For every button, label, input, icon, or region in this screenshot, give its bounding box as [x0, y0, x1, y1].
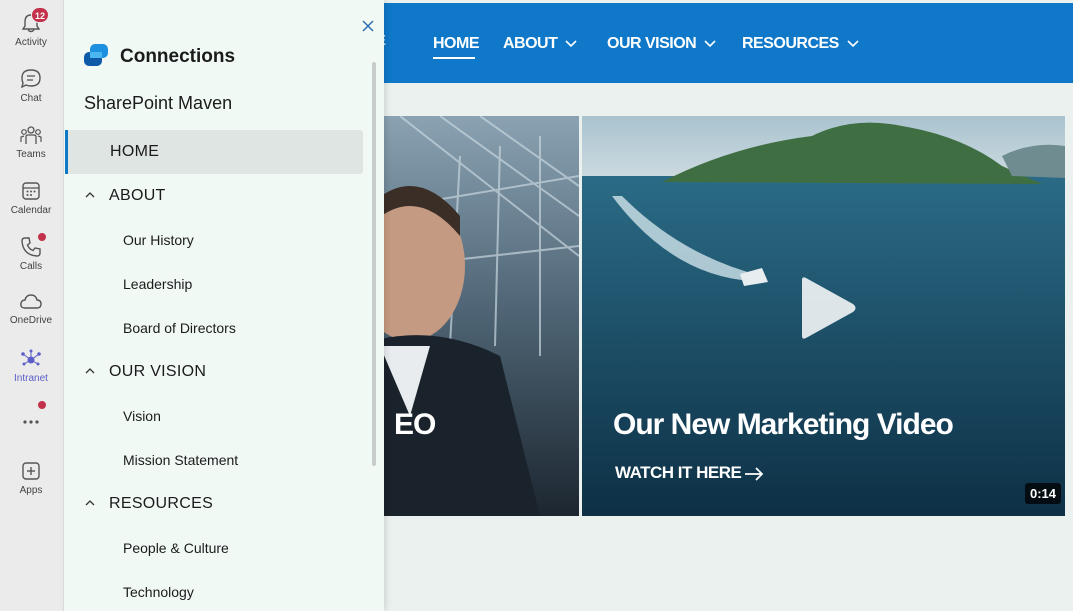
watch-it-here-label: WATCH IT HERE — [615, 463, 742, 482]
video-marketing[interactable]: Our New Marketing Video WATCH IT HERE 0:… — [582, 116, 1065, 516]
chat-icon — [20, 69, 41, 89]
site-top-nav: E HOME ABOUT OUR VISION RESOURCES — [376, 3, 1073, 83]
topnav-resources[interactable]: RESOURCES — [742, 35, 859, 53]
nav-leadership-label: Leadership — [123, 276, 193, 292]
topnav-home-label: HOME — [433, 35, 480, 52]
arrow-right-icon — [745, 466, 764, 481]
nav-mission-statement-label: Mission Statement — [123, 452, 239, 468]
rail-intranet-label: Intranet — [14, 373, 48, 384]
rail-apps-label: Apps — [19, 485, 43, 496]
nav-about[interactable]: ABOUT — [65, 174, 363, 218]
play-icon[interactable] — [798, 276, 858, 340]
nav-our-history-label: Our History — [123, 232, 194, 248]
chevron-up-icon[interactable] — [85, 367, 95, 375]
chevron-down-icon — [847, 40, 859, 47]
topnav-home-underline — [433, 57, 475, 59]
video-duration: 0:14 — [1024, 483, 1061, 504]
nav-our-vision[interactable]: OUR VISION — [65, 350, 363, 394]
rail-apps[interactable]: Apps — [0, 460, 62, 496]
nav-people-culture-label: People & Culture — [123, 540, 229, 556]
rail-calls[interactable]: Calls — [0, 233, 62, 272]
nav-our-vision-label: OUR VISION — [109, 363, 207, 380]
nav-vision-label: Vision — [123, 408, 161, 424]
site-name: SharePoint Maven — [84, 93, 233, 113]
rail-teams[interactable]: Teams — [0, 124, 62, 160]
rail-calendar[interactable]: Calendar — [0, 180, 62, 216]
connections-logo-icon — [84, 44, 108, 66]
chevron-down-icon — [704, 40, 716, 47]
rail-chat-label: Chat — [20, 93, 42, 104]
calendar-icon — [22, 182, 40, 200]
nav-our-history[interactable]: Our History — [65, 218, 363, 262]
rail-more[interactable] — [0, 401, 62, 432]
nav-leadership[interactable]: Leadership — [65, 262, 363, 306]
add-app-icon — [22, 462, 40, 480]
connections-icon — [21, 349, 41, 366]
chevron-up-icon[interactable] — [85, 499, 95, 507]
topnav-our-vision[interactable]: OUR VISION — [607, 35, 716, 53]
video-marketing-title: Our New Marketing Video — [613, 408, 954, 441]
nav-resources[interactable]: RESOURCES — [65, 482, 363, 526]
nav-board-of-directors[interactable]: Board of Directors — [65, 306, 363, 350]
nav-home[interactable]: HOME — [65, 130, 363, 174]
rail-onedrive-label: OneDrive — [9, 315, 53, 326]
rail-calls-label: Calls — [19, 261, 43, 272]
more-notification-dot — [38, 401, 46, 409]
chevron-up-icon[interactable] — [85, 191, 95, 199]
rail-activity-label: Activity — [15, 37, 47, 48]
calls-notification-dot — [38, 233, 46, 241]
rail-activity[interactable]: 12 Activity — [0, 7, 62, 48]
topnav-about-label: ABOUT — [503, 35, 558, 52]
teams-icon — [20, 126, 42, 144]
nav-mission-statement[interactable]: Mission Statement — [65, 438, 363, 482]
nav-people-culture[interactable]: People & Culture — [65, 526, 363, 570]
nav-technology-label: Technology — [123, 584, 194, 600]
watch-it-here-link[interactable]: WATCH IT HERE — [615, 463, 764, 483]
activity-badge: 12 — [31, 7, 49, 23]
topnav-our-vision-label: OUR VISION — [607, 35, 697, 52]
rail-chat[interactable]: Chat — [0, 68, 62, 104]
rail-intranet[interactable]: Intranet — [0, 348, 62, 384]
chevron-down-icon — [565, 40, 577, 47]
nav-technology[interactable]: Technology — [65, 570, 363, 611]
nav-resources-label: RESOURCES — [109, 495, 214, 512]
connections-panel: Connections SharePoint Maven HOME ABOUT … — [64, 0, 384, 611]
topnav-about[interactable]: ABOUT — [503, 35, 577, 53]
more-options-icon — [23, 420, 39, 424]
teams-app-rail: 12 Activity Chat Teams Calendar Calls On… — [0, 0, 64, 611]
nav-about-label: ABOUT — [109, 187, 166, 204]
topnav-home[interactable]: HOME — [433, 35, 480, 53]
close-icon[interactable] — [360, 18, 376, 34]
rail-teams-label: Teams — [16, 149, 46, 160]
panel-scrollbar[interactable] — [372, 62, 376, 466]
panel-title: Connections — [120, 46, 236, 67]
nav-board-of-directors-label: Board of Directors — [123, 320, 236, 336]
topnav-resources-label: RESOURCES — [742, 35, 839, 52]
rail-calendar-label: Calendar — [10, 205, 52, 216]
cloud-icon — [20, 294, 42, 309]
video-ceo-title: EO — [394, 408, 436, 441]
rail-onedrive[interactable]: OneDrive — [0, 292, 62, 326]
nav-vision[interactable]: Vision — [65, 394, 363, 438]
nav-home-label: HOME — [110, 143, 160, 160]
